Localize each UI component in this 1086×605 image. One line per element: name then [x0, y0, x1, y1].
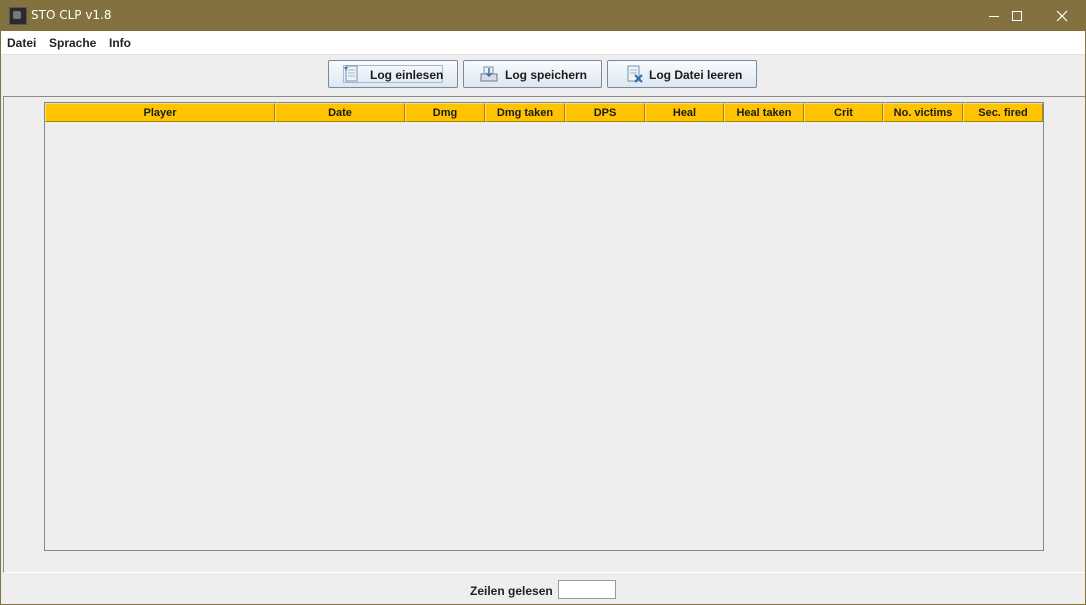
status-bar: Zeilen gelesen — [1, 574, 1085, 604]
close-icon — [1056, 10, 1068, 22]
column-header-date[interactable]: Date — [275, 103, 405, 122]
maximize-button[interactable] — [994, 1, 1040, 31]
document-open-icon — [344, 65, 358, 82]
maximize-icon — [1012, 11, 1022, 21]
load-log-button[interactable]: Log einlesen — [328, 60, 458, 88]
column-header-player[interactable]: Player — [45, 103, 275, 122]
column-header-sec-fired[interactable]: Sec. fired — [963, 103, 1043, 122]
clear-file-icon — [627, 65, 643, 83]
column-header-heal-taken[interactable]: Heal taken — [724, 103, 804, 122]
clear-log-label: Log Datei leeren — [649, 68, 743, 82]
column-header-dmg[interactable]: Dmg — [405, 103, 485, 122]
load-log-label: Log einlesen — [370, 68, 444, 82]
menu-bar: Datei Sprache Info — [1, 31, 1085, 55]
stats-table[interactable]: Player Date Dmg Dmg taken DPS Heal Heal … — [44, 102, 1044, 551]
window-title: STO CLP v1.8 — [31, 8, 112, 22]
application-window: STO CLP v1.8 Datei Sprache Info Log einl… — [0, 0, 1086, 605]
menu-info[interactable]: Info — [109, 36, 131, 50]
lines-read-label: Zeilen gelesen — [470, 584, 553, 598]
clear-log-button[interactable]: Log Datei leeren — [607, 60, 757, 88]
column-header-crit[interactable]: Crit — [804, 103, 883, 122]
title-bar[interactable]: STO CLP v1.8 — [1, 1, 1085, 31]
save-log-label: Log speichern — [505, 68, 588, 82]
save-log-icon — [480, 66, 498, 82]
column-header-dps[interactable]: DPS — [565, 103, 645, 122]
menu-sprache[interactable]: Sprache — [49, 36, 96, 50]
column-header-no-victims[interactable]: No. victims — [883, 103, 963, 122]
column-header-heal[interactable]: Heal — [645, 103, 724, 122]
app-icon[interactable] — [9, 7, 27, 25]
menu-datei[interactable]: Datei — [7, 36, 36, 50]
table-header: Player Date Dmg Dmg taken DPS Heal Heal … — [45, 103, 1043, 122]
save-log-button[interactable]: Log speichern — [463, 60, 602, 88]
close-button[interactable] — [1039, 1, 1085, 31]
column-header-dmg-taken[interactable]: Dmg taken — [485, 103, 565, 122]
lines-read-field[interactable] — [558, 580, 616, 599]
